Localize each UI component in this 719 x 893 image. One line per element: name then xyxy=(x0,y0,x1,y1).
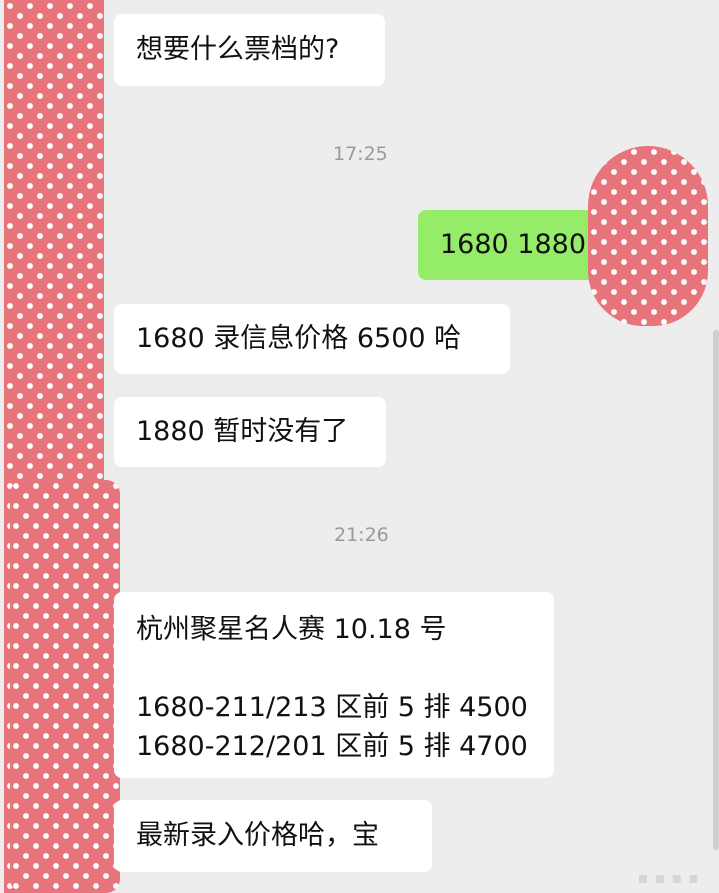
message-timestamp: 17:25 xyxy=(333,143,388,165)
watermark-logo: ▪▪▪▪ xyxy=(637,868,705,887)
avatar-mosaic-strip-lower xyxy=(10,480,120,893)
message-bubble-received[interactable]: 1880 暂时没有了 xyxy=(114,397,386,467)
self-avatar-mosaic xyxy=(588,146,708,326)
message-bubble-sent[interactable]: 1680 1880 xyxy=(418,210,598,280)
message-bubble-received[interactable]: 杭州聚星名人赛 10.18 号 1680-211/213 区前 5 排 4500… xyxy=(114,592,554,778)
scrollbar[interactable] xyxy=(713,330,719,850)
message-bubble-received[interactable]: 1680 录信息价格 6500 哈 xyxy=(114,304,510,374)
message-timestamp: 21:26 xyxy=(334,524,389,546)
message-bubble-received[interactable]: 想要什么票档的? xyxy=(114,14,385,86)
message-bubble-received[interactable]: 最新录入价格哈，宝 xyxy=(114,800,432,872)
chat-window: 想要什么票档的? 17:25 1680 1880 1680 录信息价格 6500… xyxy=(0,0,719,893)
